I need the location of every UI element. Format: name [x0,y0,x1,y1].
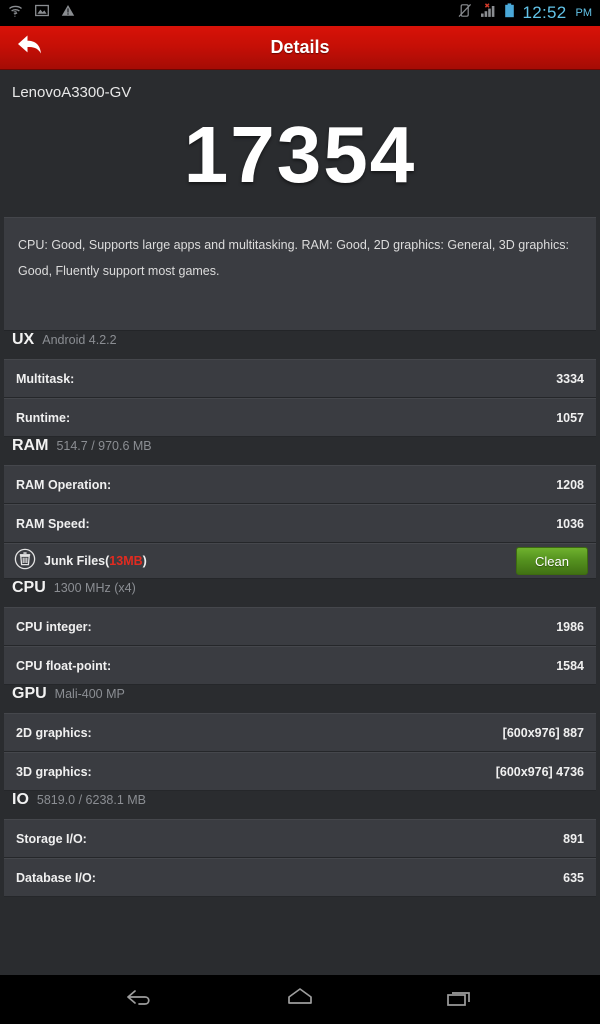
section-subtitle: Mali-400 MP [54,687,125,701]
section-header-cpu: CPU 1300 MHz (x4) [0,579,600,607]
table-row[interactable]: Multitask: 3334 [4,359,596,398]
row-value: 1584 [556,658,584,673]
app-screen: ? 12:52 PM Details LenovoA3300-GV 17354 … [0,0,600,1024]
section-name: CPU [12,579,46,596]
row-label: Runtime: [16,410,71,425]
summary-panel: CPU: Good, Supports large apps and multi… [4,217,596,331]
warning-icon [61,4,75,22]
row-value: 1057 [556,410,584,425]
row-label: Storage I/O: [16,831,87,846]
table-row[interactable]: 3D graphics: [600x976] 4736 [4,752,596,791]
status-bar: ? 12:52 PM [0,0,600,26]
total-score: 17354 [183,110,417,199]
image-icon [35,4,49,22]
row-label: Multitask: [16,371,75,386]
row-value: [600x976] 4736 [495,764,584,779]
row-label: RAM Speed: [16,516,90,531]
row-value: 891 [563,831,584,846]
back-nav-icon [123,985,157,1014]
table-row[interactable]: RAM Speed: 1036 [4,504,596,543]
junk-files-label: Junk Files(13MB) [44,554,147,568]
section-subtitle: 1300 MHz (x4) [53,581,136,595]
section-header-gpu: GPU Mali-400 MP [0,685,600,713]
junk-files-row[interactable]: Junk Files(13MB) Clean [4,543,596,579]
table-row[interactable]: Database I/O: 635 [4,858,596,897]
section-header-ux: UX Android 4.2.2 [0,331,600,359]
table-row[interactable]: Storage I/O: 891 [4,819,596,858]
row-label: RAM Operation: [16,477,112,492]
section-subtitle: 5819.0 / 6238.1 MB [36,793,146,807]
clean-button[interactable]: Clean [516,547,588,575]
section-name: RAM [12,437,49,454]
trash-can-icon [14,548,36,575]
row-value: 1986 [556,619,584,634]
nav-home-button[interactable] [265,975,335,1024]
wifi-unknown-icon: ? [8,4,23,23]
row-label: 3D graphics: [16,764,92,779]
svg-text:?: ? [13,10,17,18]
row-label: 2D graphics: [16,725,92,740]
nav-recents-button[interactable] [425,975,495,1024]
table-row[interactable]: RAM Operation: 1208 [4,465,596,504]
section-subtitle: Android 4.2.2 [42,333,117,347]
table-row[interactable]: Runtime: 1057 [4,398,596,437]
recents-nav-icon [443,985,477,1014]
section-subtitle: 514.7 / 970.6 MB [56,439,152,453]
junk-size: 13MB [109,554,143,568]
page-title: Details [270,37,330,57]
table-row[interactable]: CPU integer: 1986 [4,607,596,646]
row-value: 3334 [556,371,584,386]
row-value: 1208 [556,477,584,492]
row-label: CPU float-point: [16,658,112,673]
back-button[interactable] [0,26,60,70]
junk-suffix: ) [142,554,147,568]
section-name: GPU [12,685,47,702]
system-nav-bar [0,975,600,1024]
signal-no-service-icon [480,3,497,23]
title-bar: Details [0,26,600,70]
row-label: CPU integer: [16,619,92,634]
back-arrow-icon [15,32,45,63]
row-value: [600x976] 887 [502,725,584,740]
status-bar-clock: 12:52 [522,3,567,22]
row-label: Database I/O: [16,870,96,885]
table-row[interactable]: 2D graphics: [600x976] 887 [4,713,596,752]
status-bar-right-icons: 12:52 PM [457,3,592,23]
summary-text: CPU: Good, Supports large apps and multi… [18,238,569,278]
section-header-io: IO 5819.0 / 6238.1 MB [0,791,600,819]
junk-prefix: Junk Files( [44,554,110,568]
nav-back-button[interactable] [105,975,175,1024]
details-content: LenovoA3300-GV 17354 CPU: Good, Supports… [0,70,600,975]
table-row[interactable]: CPU float-point: 1584 [4,646,596,685]
section-name: IO [12,791,29,808]
device-name: LenovoA3300-GV [12,84,132,101]
battery-icon [504,3,515,23]
section-header-ram: RAM 514.7 / 970.6 MB [0,437,600,465]
row-value: 1036 [556,516,584,531]
status-bar-ampm: PM [575,7,593,19]
vibrate-icon [457,3,473,23]
section-name: UX [12,331,35,348]
status-bar-left-icons: ? [8,4,75,23]
row-value: 635 [563,870,584,885]
home-nav-icon [283,985,317,1014]
